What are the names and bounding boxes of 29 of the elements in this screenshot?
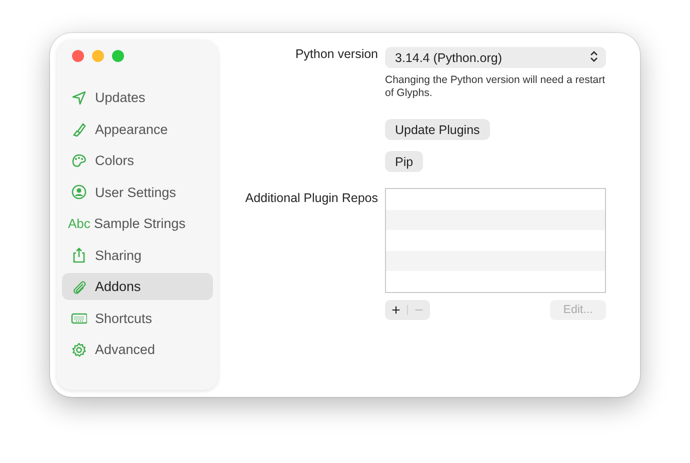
pip-button[interactable]: Pip — [385, 151, 424, 172]
python-version-label: Python version — [294, 47, 378, 63]
plugin-repos-label: Additional Plugin Repos — [244, 191, 378, 207]
share-icon — [71, 247, 87, 263]
zoom-button[interactable] — [112, 50, 124, 62]
gear-icon — [71, 342, 87, 358]
sidebar-item[interactable]: Appearance — [62, 116, 213, 142]
sidebar-item[interactable]: User Settings — [62, 178, 213, 206]
abc-icon: Abc — [68, 216, 94, 231]
sidebar-item[interactable]: Updates — [62, 84, 213, 111]
repos-list[interactable] — [385, 188, 606, 293]
sidebar-item[interactable]: Addons — [62, 273, 213, 300]
add-button[interactable]: + — [385, 300, 407, 320]
send-icon — [71, 90, 87, 106]
paperclip-icon — [71, 278, 87, 294]
sidebar-item[interactable]: Sharing — [62, 242, 213, 268]
palette-icon — [71, 152, 87, 168]
sidebar-item[interactable]: Advanced — [62, 336, 213, 363]
sidebar-item[interactable]: Abc Sample Strings — [62, 210, 213, 237]
brush-icon — [71, 121, 87, 137]
sidebar-item[interactable]: Colors — [62, 147, 213, 174]
chevron-icon — [590, 50, 598, 62]
version-note: Changing the Python version will need a restart of Glyphs. — [385, 74, 606, 100]
update-plugins-button[interactable]: Update Plugins — [385, 119, 490, 140]
python-version-popup[interactable]: 3.14.4 (Python.org) — [385, 47, 606, 68]
sidebar-item[interactable]: Shortcuts — [62, 304, 213, 332]
close-button[interactable] — [72, 50, 84, 62]
user-icon — [71, 184, 87, 200]
minimize-button[interactable] — [92, 50, 104, 62]
